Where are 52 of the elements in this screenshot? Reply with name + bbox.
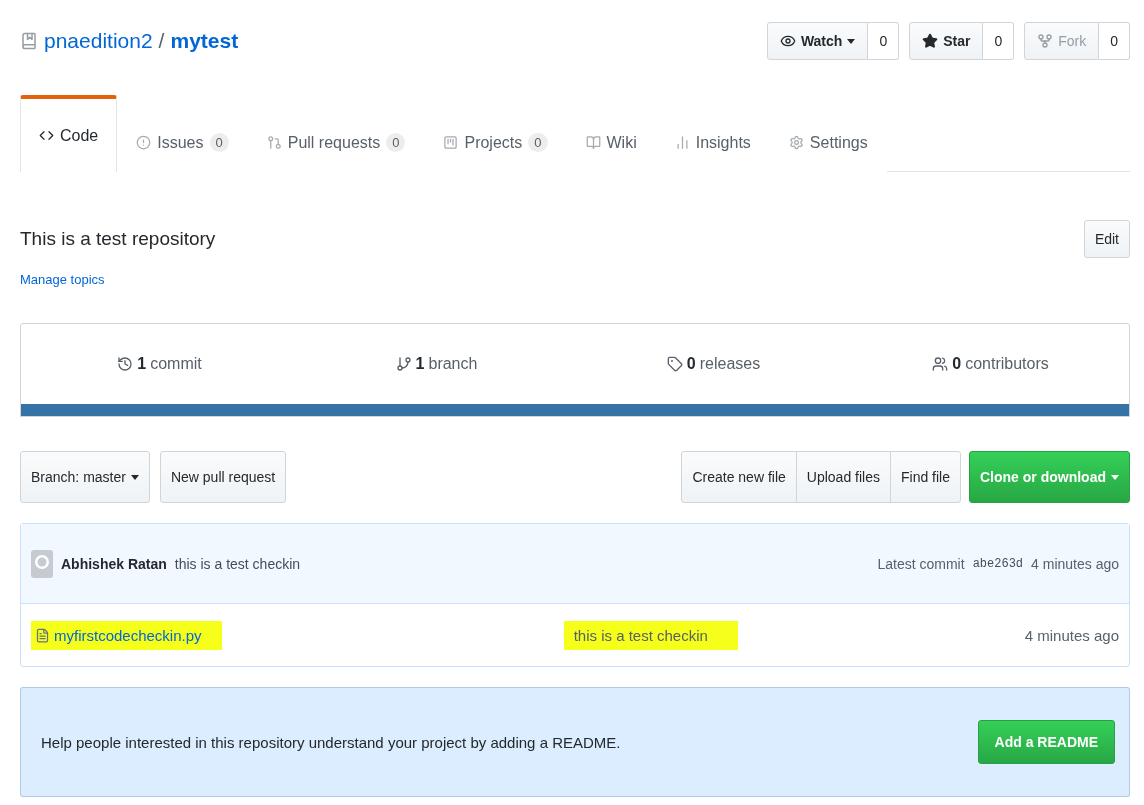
- file-link[interactable]: myfirstcodecheckin.py: [31, 620, 222, 650]
- stat-link[interactable]: 0 releases: [575, 355, 852, 373]
- tag-icon: [666, 356, 683, 372]
- branch-icon: [395, 356, 412, 372]
- file-action-button[interactable]: Create new file: [681, 451, 797, 503]
- file-age: 4 minutes ago: [1024, 626, 1119, 644]
- history-icon: [117, 356, 134, 372]
- book-icon: [585, 135, 601, 150]
- code-icon: [39, 128, 54, 143]
- commit-sha[interactable]: abe263d: [972, 556, 1024, 571]
- latest-commit-label: Latest commit: [877, 555, 965, 572]
- caret-icon: [847, 38, 856, 44]
- repo-tab[interactable]: Code: [20, 95, 118, 172]
- edit-button[interactable]: Edit: [1083, 220, 1130, 258]
- stat-link[interactable]: 0 contributors: [852, 355, 1129, 373]
- issue-icon: [136, 135, 152, 150]
- caret-icon: [130, 474, 139, 480]
- file-commit-message[interactable]: this is a test checkin: [563, 620, 738, 650]
- star-icon: [922, 33, 939, 49]
- file-action-button[interactable]: Find file: [889, 451, 961, 503]
- file-action-button[interactable]: Upload files: [795, 451, 891, 503]
- fork-icon: [1037, 33, 1054, 49]
- file-icon: [35, 627, 50, 643]
- avatar-icon: [31, 549, 53, 578]
- tab-counter: 0: [528, 133, 548, 152]
- readme-prompt: Help people interested in this repository understand your project by adding a README.: [41, 733, 621, 751]
- path-separator: /: [158, 29, 165, 53]
- watch-button[interactable]: Watch: [766, 22, 869, 60]
- repo-name-link[interactable]: mytest: [170, 29, 239, 53]
- caret-icon: [1111, 474, 1119, 480]
- eye-icon: [779, 33, 796, 49]
- count-link[interactable]: 0: [868, 22, 900, 60]
- pull-request-icon: [266, 135, 282, 150]
- repo-icon: [20, 32, 38, 50]
- commit-author[interactable]: Abhishek Ratan: [61, 555, 167, 572]
- repo-owner-link[interactable]: pnaedition2: [44, 29, 153, 53]
- stat-link[interactable]: 1 branch: [298, 355, 575, 373]
- repo-description: This is a test repository: [20, 228, 216, 250]
- commit-age: 4 minutes ago: [1031, 555, 1119, 572]
- branch-select[interactable]: Branch: master: [20, 451, 150, 503]
- manage-topics-link[interactable]: Manage topics: [20, 272, 1130, 287]
- commit-message[interactable]: this is a test checkin: [174, 555, 301, 572]
- people-icon: [932, 356, 949, 372]
- tab-counter: 0: [386, 133, 406, 152]
- star-button[interactable]: Star: [909, 22, 984, 60]
- settings-icon: [788, 135, 804, 150]
- new-pull-request-button[interactable]: New pull request: [159, 451, 287, 503]
- tab-counter: 0: [209, 133, 229, 152]
- project-board-icon: [443, 135, 459, 150]
- bar-chart-icon: [674, 135, 690, 150]
- count-link[interactable]: 0: [983, 22, 1015, 60]
- stat-link[interactable]: 1 commit: [21, 355, 298, 373]
